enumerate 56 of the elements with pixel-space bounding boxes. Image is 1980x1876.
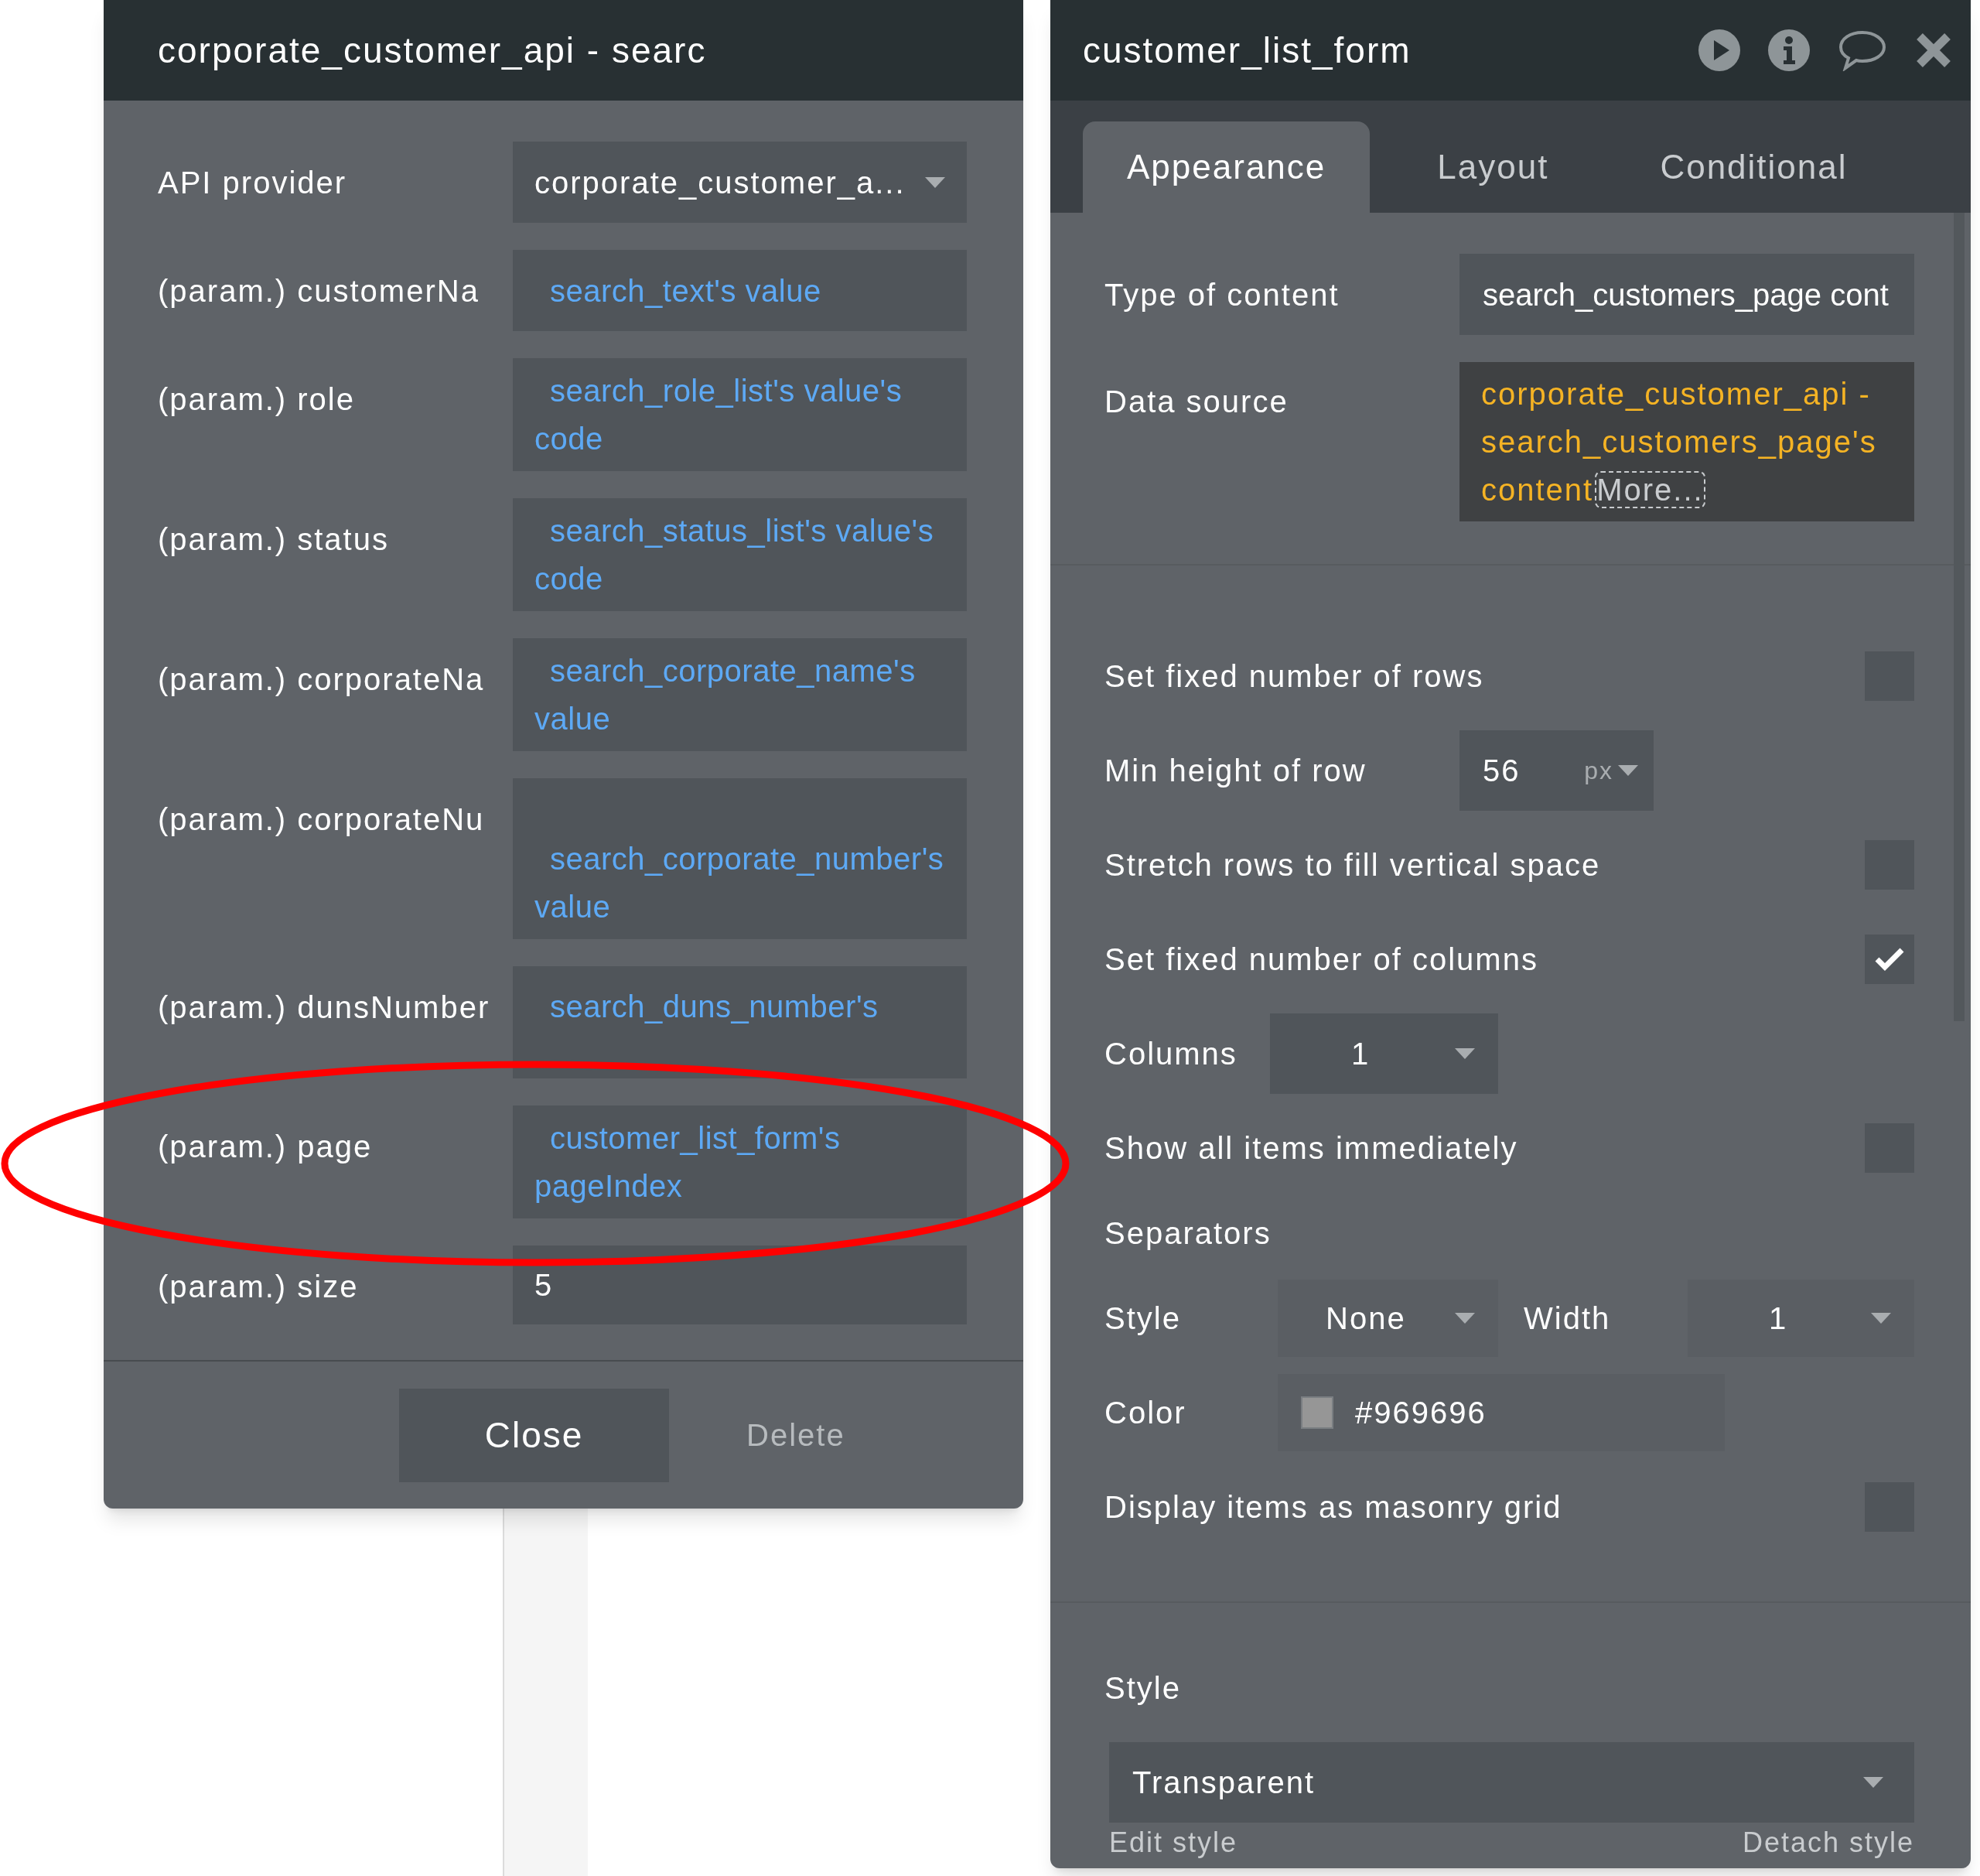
field-label: (param.) status (158, 521, 390, 558)
field-label: (param.) customerNa (158, 273, 480, 309)
field-label: (param.) corporateNa (158, 661, 486, 698)
setting-label: Style (1104, 1300, 1182, 1337)
dropdown[interactable]: 1 (1270, 1013, 1498, 1094)
tab[interactable]: Layout (1393, 121, 1593, 213)
color-field[interactable]: #969696 (1278, 1374, 1725, 1451)
close-icon[interactable] (1915, 32, 1952, 69)
close-button[interactable]: Close (399, 1388, 669, 1482)
panel-title: corporate_customer_api - searc (158, 29, 707, 72)
setting-label: Display items as masonry grid (1104, 1489, 1562, 1526)
checkmark-icon (1874, 947, 1905, 972)
speech-bubble-icon[interactable] (1838, 29, 1887, 71)
setting-label: Type of content (1104, 276, 1340, 313)
dropdown[interactable]: None (1278, 1280, 1498, 1357)
setting-label: Columns (1104, 1036, 1238, 1072)
setting-label: Min height of row (1104, 753, 1367, 789)
dropdown[interactable]: search_customers_page cont (1459, 254, 1914, 335)
setting-label: Color (1104, 1395, 1187, 1431)
field-label: API provider (158, 165, 348, 201)
field-label: (param.) size (158, 1269, 360, 1305)
caret-icon (1455, 1313, 1475, 1324)
checkbox[interactable] (1865, 935, 1914, 984)
edit-style-link[interactable]: Edit style (1109, 1826, 1238, 1860)
caret-icon (1871, 1313, 1891, 1324)
setting-label: Set fixed number of rows (1104, 658, 1484, 695)
caret-icon (1863, 1777, 1883, 1788)
detach-style-link[interactable]: Detach style (1742, 1826, 1914, 1860)
field-label: (param.) corporateNu (158, 801, 486, 838)
info-icon[interactable] (1768, 29, 1810, 71)
setting-label: Style (1104, 1670, 1181, 1707)
scrollbar[interactable] (1954, 213, 1965, 1021)
expression-field[interactable]: corporate_customer_api - search_customers_page's content More... (1459, 362, 1914, 521)
field-label: (param.) role (158, 381, 356, 418)
setting-label: Show all items immediately (1104, 1130, 1518, 1167)
setting-label: Separators (1104, 1215, 1272, 1252)
setting-label: Set fixed number of columns (1104, 941, 1538, 978)
panel-title: customer_list_form (1083, 29, 1412, 72)
caret-icon (1618, 765, 1638, 776)
dropdown[interactable]: Transparent (1109, 1742, 1914, 1823)
play-icon[interactable] (1698, 29, 1740, 71)
tab[interactable]: Appearance (1083, 121, 1371, 213)
field-label: (param.) page (158, 1129, 374, 1165)
setting-label: Width (1523, 1300, 1612, 1337)
caret-icon (1455, 1048, 1475, 1059)
tab[interactable]: Conditional (1616, 121, 1892, 213)
setting-label: Data source (1104, 384, 1289, 420)
number-field[interactable]: 56 px (1459, 730, 1654, 811)
caret-icon (925, 176, 945, 188)
field-label: (param.) dunsNumber (158, 989, 491, 1026)
dropdown[interactable]: corporate_customer_a... (513, 142, 967, 223)
input-field[interactable]: 5 (513, 1246, 967, 1324)
more-link[interactable]: More... (1595, 471, 1705, 508)
dropdown[interactable]: 1 (1688, 1280, 1914, 1357)
setting-label: Stretch rows to fill vertical space (1104, 847, 1601, 883)
unit-label: px (1584, 756, 1613, 786)
